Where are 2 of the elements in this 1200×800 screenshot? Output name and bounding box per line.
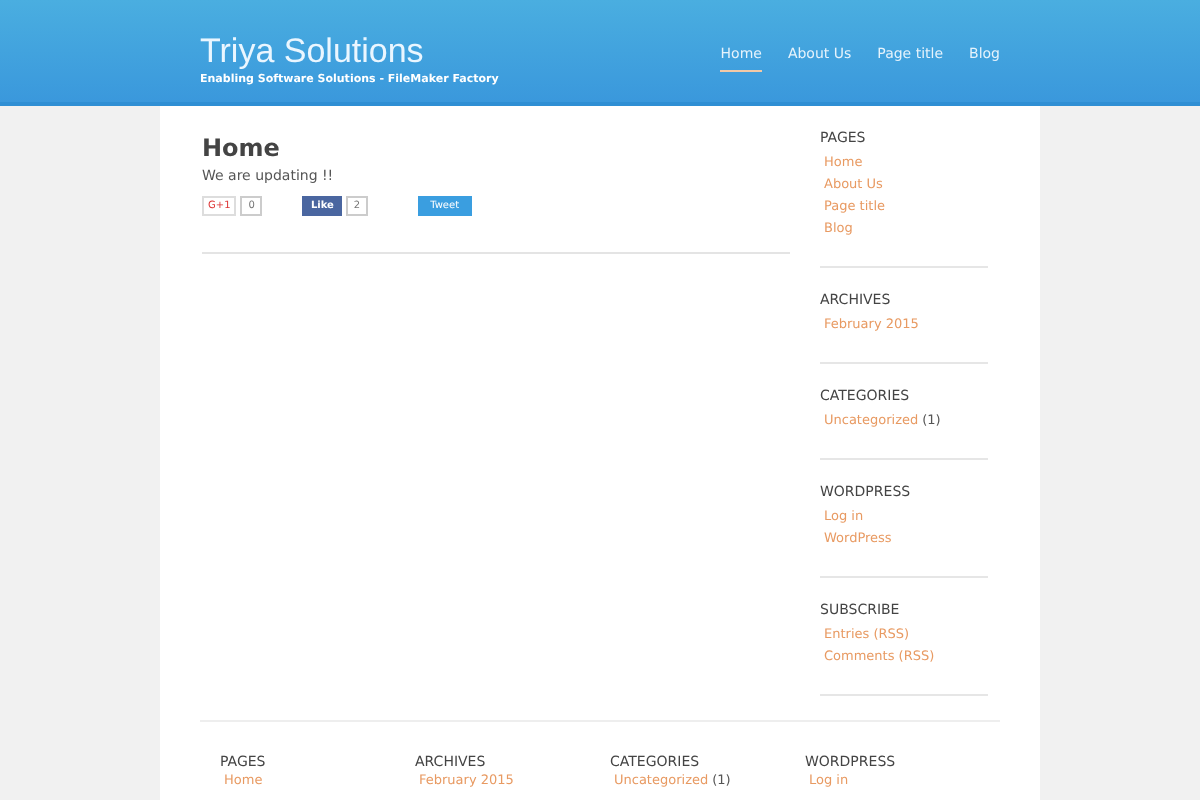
- post-title: Home: [202, 134, 282, 162]
- site-title[interactable]: Triya Solutions: [200, 32, 499, 72]
